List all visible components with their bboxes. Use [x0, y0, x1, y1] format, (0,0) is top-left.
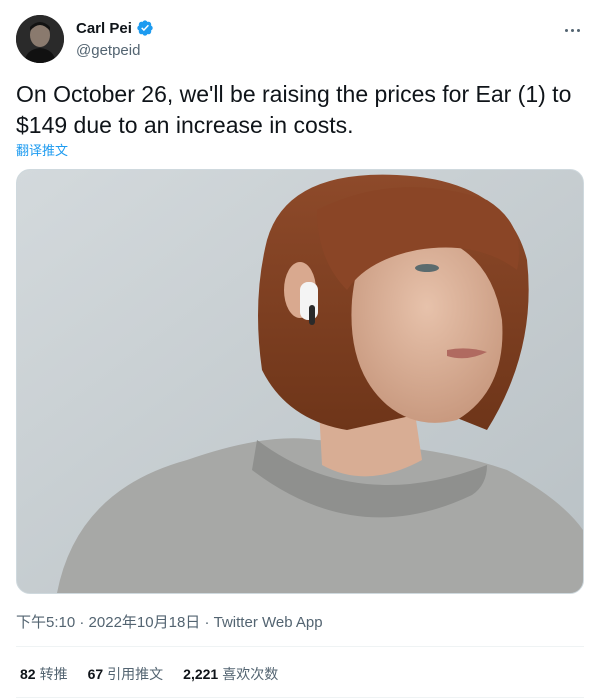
quote-tweets-label: 引用推文: [107, 666, 164, 682]
avatar[interactable]: [16, 15, 64, 63]
avatar-image: [16, 15, 64, 63]
quote-tweets-stat[interactable]: 67 引用推文: [88, 664, 164, 684]
retweets-stat[interactable]: 82 转推: [20, 664, 68, 684]
retweets-count: 82: [20, 666, 36, 682]
meta-separator: ·: [204, 614, 210, 631]
tweet-media-image[interactable]: [16, 169, 584, 594]
handle[interactable]: @getpeid: [76, 42, 140, 59]
divider: [16, 646, 584, 647]
tweet-time[interactable]: 下午5:10: [16, 614, 75, 631]
tweet-text: On October 26, we'll be raising the pric…: [16, 81, 572, 138]
translate-tweet-link[interactable]: 翻译推文: [16, 140, 68, 159]
likes-label: 喜欢次数: [222, 666, 279, 682]
verified-badge-icon: [137, 20, 153, 36]
retweets-label: 转推: [39, 666, 68, 682]
likes-count: 2,221: [183, 666, 219, 682]
tweet-source[interactable]: Twitter Web App: [214, 614, 323, 631]
author-name-row: Carl Pei: [76, 19, 154, 37]
quote-tweets-count: 67: [87, 666, 104, 682]
tweet: Carl Pei @getpeid On October 26, we'll b…: [0, 0, 600, 698]
tweet-date[interactable]: 2022年10月18日: [89, 614, 201, 631]
more-options-icon[interactable]: [560, 20, 584, 40]
meta-separator: ·: [79, 614, 85, 631]
likes-stat[interactable]: 2,221 喜欢次数: [183, 664, 278, 684]
tweet-meta: 下午5:10 · 2022年10月18日 · Twitter Web App: [16, 611, 323, 632]
display-name[interactable]: Carl Pei: [76, 20, 132, 37]
photo-person-with-earbud: [17, 170, 583, 593]
tweet-stats: 82 转推 67 引用推文 2,221 喜欢次数: [20, 664, 298, 684]
